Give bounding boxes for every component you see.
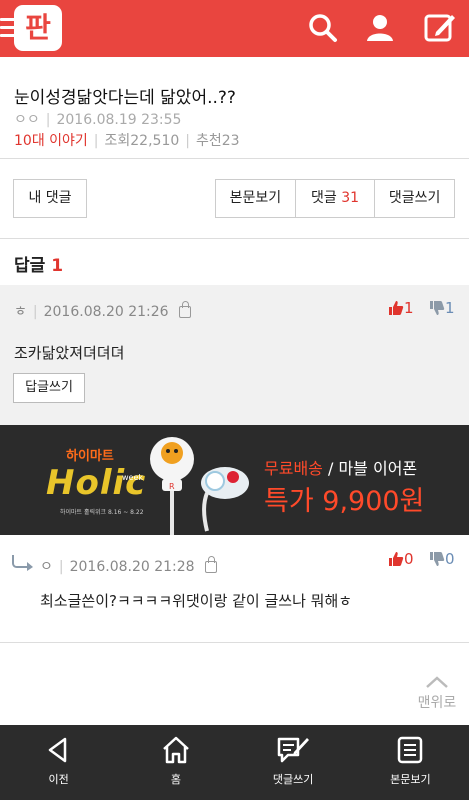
ad-holic-logo: Holic <box>46 463 147 503</box>
thumbs-down-icon <box>430 301 445 315</box>
ad-banner[interactable]: 하이마트 Holic week 하이마트 홀릭위크 8.16 ~ 8.22 R … <box>0 425 469 535</box>
comment-date: 2016.08.20 21:26 <box>43 304 169 320</box>
thumbs-up-icon <box>389 301 404 315</box>
separator: | <box>185 133 190 149</box>
separator: | <box>93 133 99 149</box>
top-bar: 판 <box>0 0 469 57</box>
separator: | <box>45 112 51 128</box>
ad-brand: 하이마트 <box>66 449 114 464</box>
comment-item: ㅎ | 2016.08.20 21:26 1 1 조카닮았져뎌뎌뎌 답글쓰기 <box>0 285 469 425</box>
home-icon <box>163 736 189 764</box>
like-button[interactable]: 0 <box>388 550 414 568</box>
post-meta-stats: 10대 이야기 | 조회22,510 | 추천23 <box>14 130 240 150</box>
dislike-button[interactable]: 0 <box>429 550 455 568</box>
divider <box>0 158 469 159</box>
write-reply-button[interactable]: 답글쓰기 <box>13 373 85 403</box>
nav-back[interactable]: 이전 <box>0 725 117 800</box>
replies-label: 답글 <box>14 256 46 276</box>
comment-meta: ㅎ | 2016.08.20 21:26 <box>14 301 191 321</box>
like-button[interactable]: 1 <box>388 299 414 317</box>
post-title: 눈이성경닮앗다는데 닮았어..?? <box>14 88 236 108</box>
lock-icon <box>178 301 191 318</box>
write-icon[interactable] <box>422 10 458 46</box>
ad-product: / 마블 이어폰 <box>322 459 418 478</box>
reply-item: ㅇ | 2016.08.20 21:28 0 0 최소글쓴이?ㅋㅋㅋㅋ위댓이랑 같이… <box>0 536 469 642</box>
write-comment-button[interactable]: 댓글쓰기 <box>375 180 454 217</box>
ad-free-shipping: 무료배송 <box>264 459 323 478</box>
reply-arrow-icon <box>12 555 33 571</box>
replies-count: 1 <box>51 256 64 276</box>
comment-write-icon <box>277 737 310 763</box>
comments-count: 31 <box>341 190 360 206</box>
post-action-buttons: 본문보기 댓글 31 댓글쓰기 <box>215 179 455 218</box>
nav-view-post-label: 본문보기 <box>390 773 431 786</box>
post-meta-author-date: ㅇㅇ | 2016.08.19 23:55 <box>14 109 181 129</box>
divider <box>0 238 469 239</box>
lock-icon <box>204 556 217 573</box>
like-count: 1 <box>404 299 414 317</box>
my-comments-button[interactable]: 내 댓글 <box>13 179 87 218</box>
post-views: 조회22,510 <box>104 133 180 149</box>
comment-text: 조카닮았져뎌뎌뎌 <box>14 344 125 362</box>
reply-text: 최소글쓴이?ㅋㅋㅋㅋ위댓이랑 같이 글쓰나 뭐해ㅎ <box>40 592 353 610</box>
nav-home-label: 홈 <box>170 773 181 786</box>
document-icon <box>398 736 423 764</box>
svg-text:R: R <box>169 482 175 491</box>
ad-headline: 무료배송 / 마블 이어폰 <box>264 455 417 479</box>
reply-meta: ㅇ | 2016.08.20 21:28 <box>40 556 217 576</box>
nav-write-comment[interactable]: 댓글쓰기 <box>235 725 352 800</box>
divider <box>0 642 469 643</box>
back-arrow-icon <box>48 737 66 763</box>
search-icon[interactable] <box>305 10 341 46</box>
comments-label: 댓글 <box>310 190 337 206</box>
like-count: 0 <box>404 550 414 568</box>
thumbs-down-icon <box>430 552 445 566</box>
bottom-nav: 이전 홈 댓글쓰기 본문보기 <box>0 725 469 800</box>
reply-author[interactable]: ㅇ <box>40 559 53 575</box>
chevron-up-icon <box>426 676 448 688</box>
ad-period: 하이마트 홀릭위크 8.16 ~ 8.22 <box>60 509 144 516</box>
to-top-label: 맨위로 <box>417 695 457 711</box>
separator: | <box>58 559 64 575</box>
post-recommends: 추천23 <box>195 133 240 149</box>
ad-week: week <box>122 473 144 482</box>
view-post-button[interactable]: 본문보기 <box>216 180 296 217</box>
comments-button[interactable]: 댓글 31 <box>296 180 376 217</box>
user-icon[interactable] <box>362 10 398 46</box>
nav-view-post[interactable]: 본문보기 <box>352 725 469 800</box>
ad-price: 특가 9,900원 <box>264 486 425 517</box>
nav-back-label: 이전 <box>48 773 69 786</box>
post-date: 2016.08.19 23:55 <box>56 112 182 128</box>
logo-text: 판 <box>25 11 51 44</box>
comment-author[interactable]: ㅎ <box>14 304 27 320</box>
nav-write-comment-label: 댓글쓰기 <box>272 773 314 786</box>
replies-heading: 답글 1 <box>14 251 63 276</box>
nav-home[interactable]: 홈 <box>117 725 234 800</box>
dislike-button[interactable]: 1 <box>429 299 455 317</box>
site-logo[interactable]: 판 <box>14 5 62 51</box>
dislike-count: 1 <box>445 299 455 317</box>
thumbs-up-icon <box>389 552 404 566</box>
reply-date: 2016.08.20 21:28 <box>69 559 195 575</box>
earphones-image: R <box>150 437 249 535</box>
post-category[interactable]: 10대 이야기 <box>14 133 88 149</box>
scroll-to-top-button[interactable]: 맨위로 <box>412 676 462 712</box>
separator: | <box>32 304 38 320</box>
post-author[interactable]: ㅇㅇ <box>14 112 40 128</box>
dislike-count: 0 <box>445 550 455 568</box>
